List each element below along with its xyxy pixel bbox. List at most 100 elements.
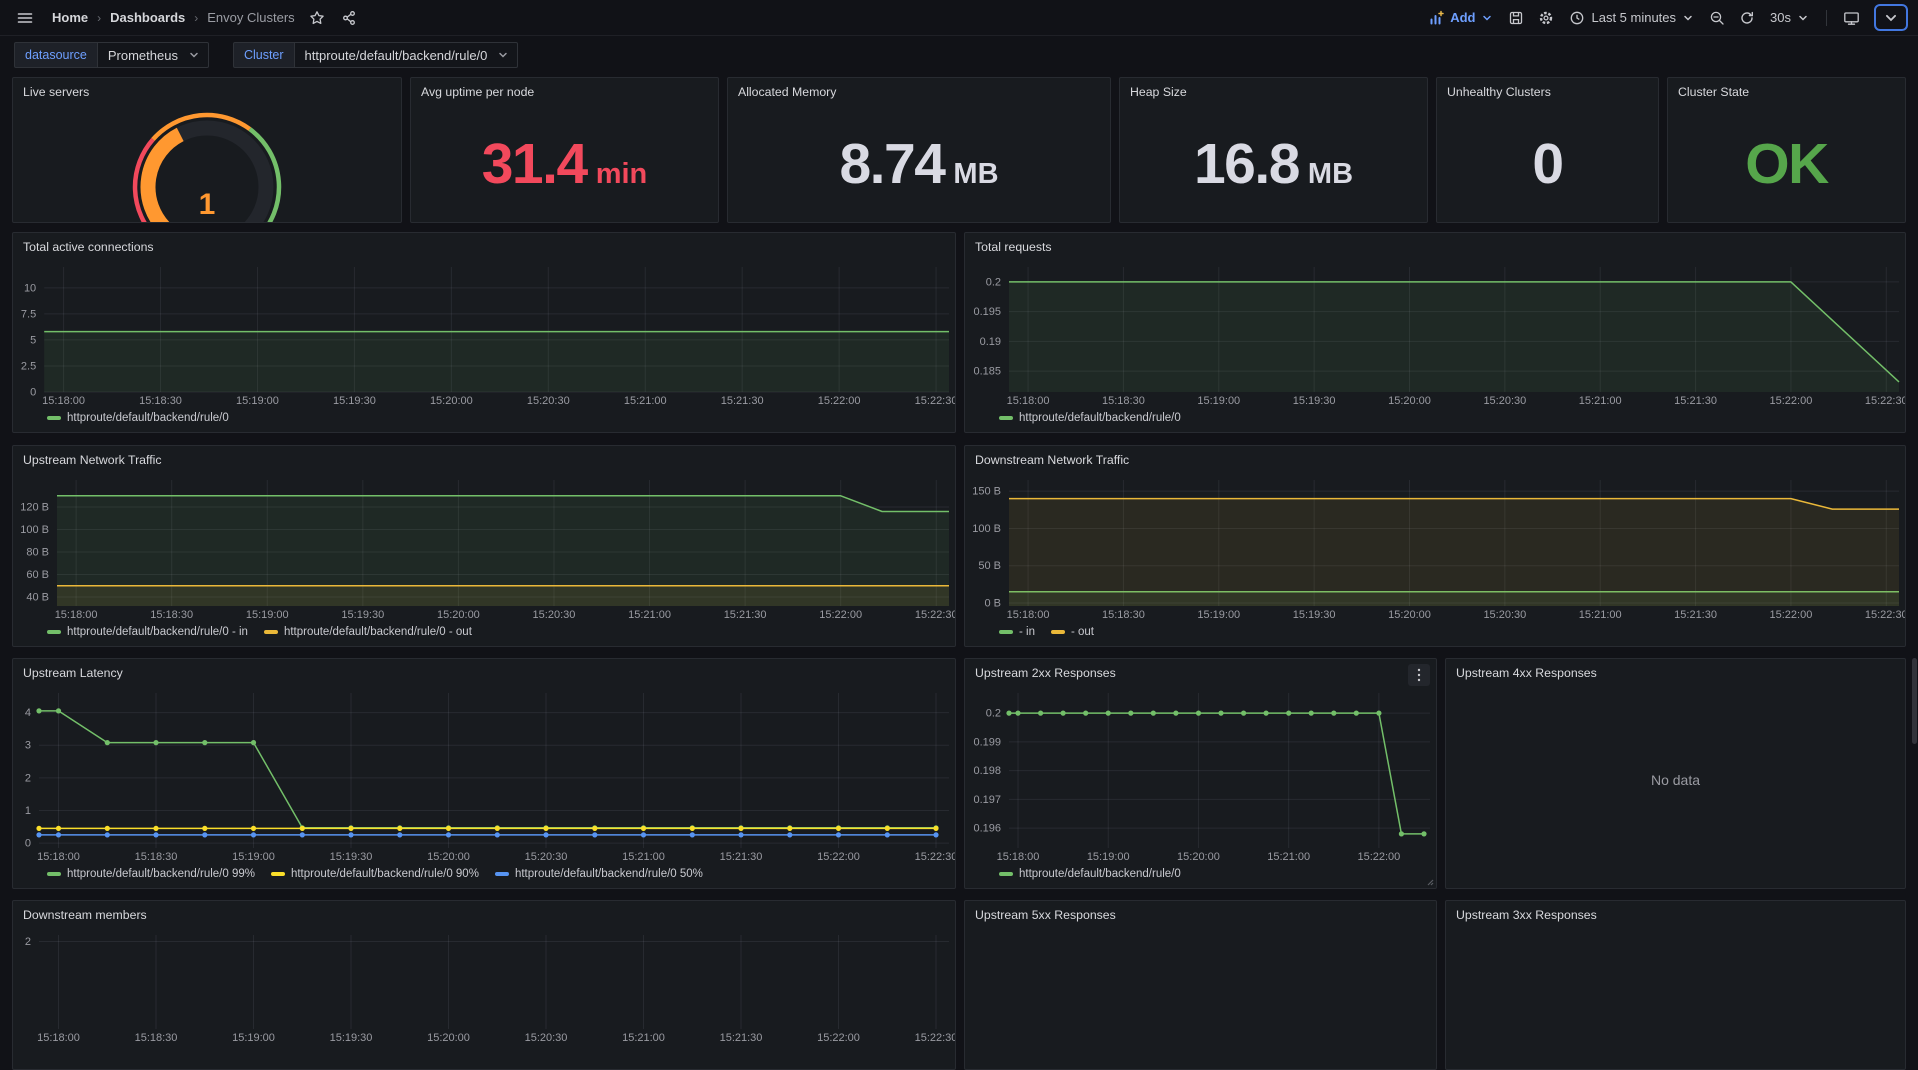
legend-item[interactable]: - in	[999, 626, 1035, 638]
chevron-down-icon	[1884, 11, 1898, 25]
upstream-2xx-responses-chart[interactable]: 15:18:0015:19:0015:20:0015:21:0015:22:00…	[965, 687, 1436, 864]
monitor-icon	[1843, 10, 1860, 26]
chevron-down-icon	[1797, 12, 1809, 24]
panel-title[interactable]: Downstream Network Traffic	[965, 446, 1905, 474]
legend-item[interactable]: httproute/default/backend/rule/0 - in	[47, 626, 248, 638]
legend-label: httproute/default/backend/rule/0 50%	[515, 868, 703, 880]
legend-item[interactable]: httproute/default/backend/rule/0	[999, 412, 1181, 424]
upstream-latency-chart[interactable]: 15:18:0015:18:3015:19:0015:19:3015:20:00…	[13, 687, 955, 864]
stat-value: OK	[1745, 136, 1828, 193]
legend-swatch	[495, 872, 509, 876]
total-requests-chart[interactable]: 15:18:0015:18:3015:19:0015:19:3015:20:00…	[965, 261, 1905, 408]
kebab-menu-icon	[1417, 668, 1421, 682]
legend-label: httproute/default/backend/rule/0	[1019, 412, 1181, 424]
chart-legend: httproute/default/backend/rule/0 99% http…	[13, 864, 955, 888]
time-range-picker[interactable]: Last 5 minutes	[1562, 6, 1701, 30]
top-navigation-bar: Home › Dashboards › Envoy Clusters Add L…	[0, 0, 1918, 36]
svg-text:0.185: 0.185	[973, 366, 1001, 378]
svg-text:15:22:30: 15:22:30	[915, 851, 955, 863]
panel-upstream-latency: Upstream Latency 15:18:0015:18:3015:19:0…	[12, 658, 956, 889]
svg-text:80 B: 80 B	[26, 547, 49, 559]
share-button[interactable]	[335, 6, 363, 30]
menu-toggle-button[interactable]	[10, 6, 40, 30]
refresh-interval-label: 30s	[1770, 10, 1791, 25]
panel-title[interactable]: Unhealthy Clusters	[1437, 78, 1658, 106]
svg-text:15:21:30: 15:21:30	[720, 851, 763, 863]
svg-text:15:18:00: 15:18:00	[37, 851, 80, 863]
panel-title[interactable]: Upstream 4xx Responses	[1446, 659, 1905, 687]
legend-item[interactable]: httproute/default/backend/rule/0 90%	[271, 868, 479, 880]
legend-item[interactable]: httproute/default/backend/rule/0 99%	[47, 868, 255, 880]
svg-text:15:21:00: 15:21:00	[622, 1032, 665, 1044]
chart-legend: httproute/default/backend/rule/0	[13, 408, 955, 432]
breadcrumb-home[interactable]: Home	[52, 10, 88, 25]
panel-title[interactable]: Total requests	[965, 233, 1905, 261]
save-dashboard-button[interactable]	[1502, 6, 1530, 30]
legend-item[interactable]: httproute/default/backend/rule/0 50%	[495, 868, 703, 880]
scrollbar-thumb[interactable]	[1912, 658, 1917, 744]
share-icon	[341, 10, 357, 26]
dashboard-settings-button[interactable]	[1532, 6, 1560, 30]
legend-item[interactable]: httproute/default/backend/rule/0	[999, 868, 1181, 880]
zoom-out-button[interactable]	[1703, 6, 1731, 30]
refresh-button[interactable]	[1733, 6, 1761, 30]
svg-text:15:20:00: 15:20:00	[430, 395, 473, 407]
legend-swatch	[264, 630, 278, 634]
panel-downstream-network-traffic: Downstream Network Traffic 15:18:0015:18…	[964, 445, 1906, 647]
downstream-members-chart[interactable]: 15:18:0015:18:3015:19:0015:19:3015:20:00…	[13, 929, 955, 1045]
legend-item[interactable]: httproute/default/backend/rule/0 - out	[264, 626, 472, 638]
add-button[interactable]: Add	[1421, 6, 1500, 30]
svg-text:0.195: 0.195	[973, 306, 1001, 318]
svg-text:0.19: 0.19	[980, 336, 1001, 348]
svg-text:15:18:00: 15:18:00	[997, 851, 1040, 863]
svg-text:0.199: 0.199	[973, 736, 1001, 748]
panel-title[interactable]: Avg uptime per node	[411, 78, 718, 106]
panel-upstream-network-traffic: Upstream Network Traffic 15:18:0015:18:3…	[12, 445, 956, 647]
panel-title[interactable]: Upstream 2xx Responses	[965, 659, 1436, 687]
legend-item[interactable]: - out	[1051, 626, 1094, 638]
panel-menu-button[interactable]	[1408, 664, 1430, 686]
downstream-network-traffic-chart[interactable]: 15:18:0015:18:3015:19:0015:19:3015:20:00…	[965, 474, 1905, 622]
stat-display: 31.4 min	[482, 136, 648, 193]
panel-title[interactable]: Upstream Network Traffic	[13, 446, 955, 474]
panel-title[interactable]: Allocated Memory	[728, 78, 1110, 106]
refresh-interval-picker[interactable]: 30s	[1763, 6, 1816, 29]
live-servers-gauge[interactable]: 1	[13, 106, 401, 222]
time-range-label: Last 5 minutes	[1591, 10, 1676, 25]
panel-title[interactable]: Downstream members	[13, 901, 955, 929]
tv-mode-button[interactable]	[1837, 6, 1866, 30]
svg-text:100 B: 100 B	[20, 524, 49, 536]
variable-datasource: datasource Prometheus	[14, 42, 209, 68]
favorite-button[interactable]	[303, 6, 331, 30]
svg-text:15:19:30: 15:19:30	[1293, 395, 1336, 407]
collapse-toolbar-button[interactable]	[1874, 4, 1908, 31]
svg-text:15:20:30: 15:20:30	[527, 395, 570, 407]
upstream-network-traffic-chart[interactable]: 15:18:0015:18:3015:19:0015:19:3015:20:00…	[13, 474, 955, 622]
chart-legend: httproute/default/backend/rule/0 - in htt…	[13, 622, 955, 646]
svg-text:15:21:00: 15:21:00	[1267, 851, 1310, 863]
panel-title[interactable]: Heap Size	[1120, 78, 1427, 106]
panel-title[interactable]: Cluster State	[1668, 78, 1905, 106]
panel-resize-handle[interactable]	[1425, 877, 1434, 886]
svg-text:15:20:30: 15:20:30	[525, 1032, 568, 1044]
breadcrumb-separator: ›	[97, 11, 101, 25]
stat-value: 8.74	[839, 136, 944, 193]
chevron-down-icon	[1682, 12, 1694, 24]
legend-label: httproute/default/backend/rule/0	[1019, 868, 1181, 880]
panel-title[interactable]: Total active connections	[13, 233, 955, 261]
legend-item[interactable]: httproute/default/backend/rule/0	[47, 412, 229, 424]
panel-title[interactable]: Live servers	[13, 78, 401, 106]
variable-select-cluster[interactable]: httproute/default/backend/rule/0	[294, 42, 519, 68]
variable-select-datasource[interactable]: Prometheus	[97, 42, 209, 68]
legend-label: httproute/default/backend/rule/0 90%	[291, 868, 479, 880]
panel-title[interactable]: Upstream Latency	[13, 659, 955, 687]
svg-text:0.196: 0.196	[973, 823, 1001, 835]
panel-unhealthy-clusters: Unhealthy Clusters 0	[1436, 77, 1659, 223]
panel-title[interactable]: Upstream 3xx Responses	[1446, 901, 1905, 929]
total-active-connections-chart[interactable]: 15:18:0015:18:3015:19:0015:19:3015:20:00…	[13, 261, 955, 408]
svg-text:15:18:30: 15:18:30	[1102, 609, 1145, 621]
panel-title[interactable]: Upstream 5xx Responses	[965, 901, 1436, 929]
svg-text:100 B: 100 B	[972, 523, 1001, 535]
breadcrumb-dashboards[interactable]: Dashboards	[110, 10, 185, 25]
svg-text:15:21:30: 15:21:30	[721, 395, 764, 407]
